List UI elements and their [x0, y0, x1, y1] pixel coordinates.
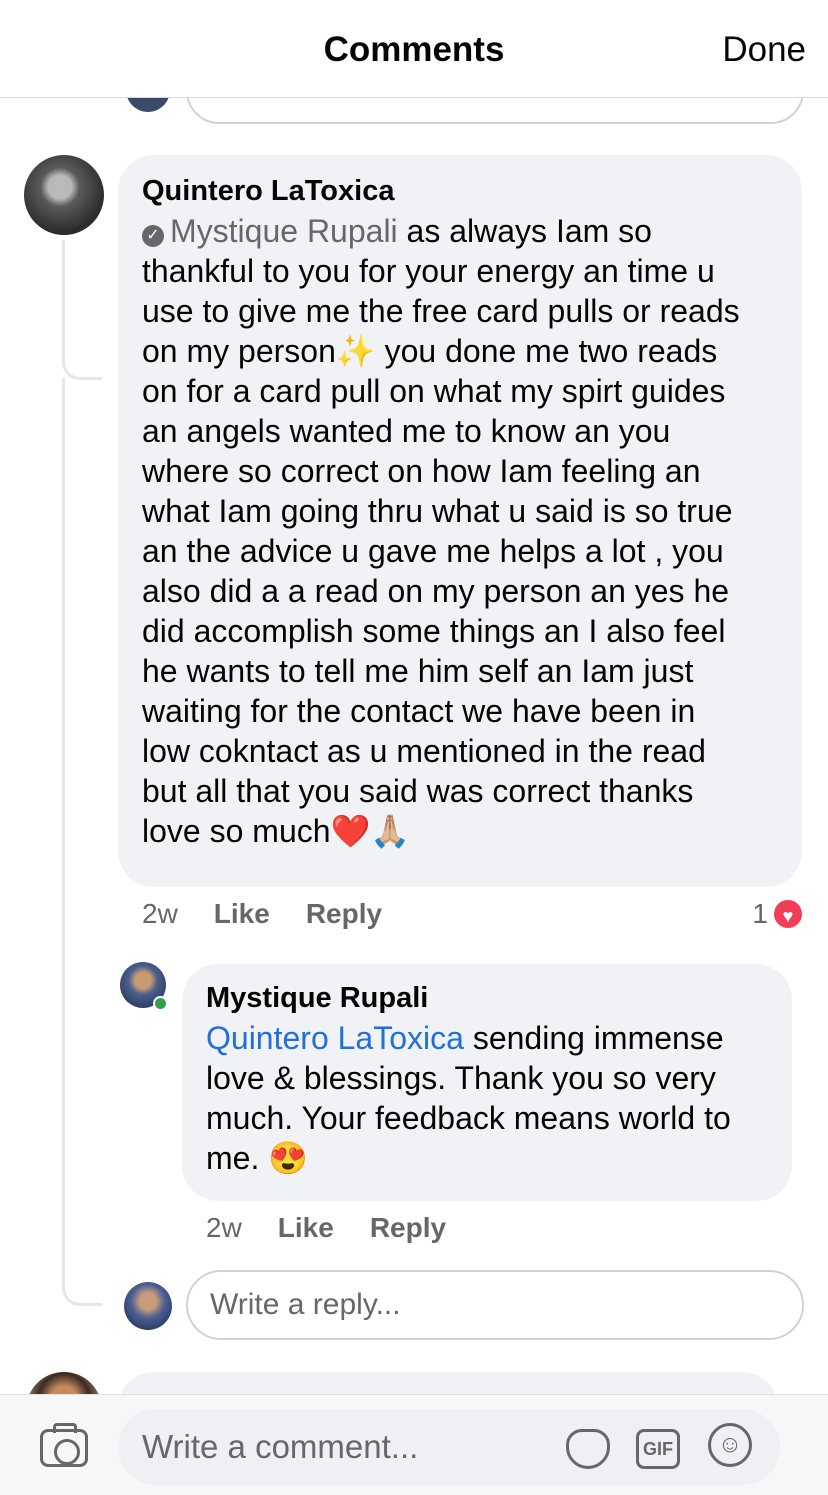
avatar: [124, 1282, 172, 1330]
reply-timestamp: 2w: [206, 1212, 242, 1243]
reply-text: Quintero LaToxica sending immense love &…: [206, 1020, 731, 1177]
page-title: Comments: [323, 30, 505, 69]
comment-text: ✓ Mystique Rupali as always Iam so thankf…: [142, 213, 740, 850]
reply-bubble[interactable]: Mystique Rupali Quintero LaToxica sendin…: [182, 964, 792, 1201]
camera-icon[interactable]: [40, 1423, 88, 1467]
comments-list[interactable]: Quintero LaToxica ✓ Mystique Rupali as al…: [0, 98, 828, 1394]
like-button[interactable]: Like: [214, 898, 270, 930]
badge-icon: ✓: [142, 225, 164, 248]
header-bar: Comments Done: [0, 0, 828, 98]
comment-actions: 2w Like Reply: [142, 898, 382, 930]
comment-author[interactable]: Quintero LaToxica: [142, 173, 780, 209]
gif-icon[interactable]: GIF: [636, 1429, 680, 1469]
online-status-dot: [153, 996, 168, 1011]
thread-connector: [62, 378, 102, 1306]
reply-button[interactable]: Reply: [306, 898, 382, 930]
comment-bubble[interactable]: Quintero LaToxica ✓ Mystique Rupali as al…: [118, 155, 802, 887]
reply-author[interactable]: Mystique Rupali: [206, 980, 770, 1016]
avatar: [126, 98, 170, 112]
heart-eyes-icon: 😍: [268, 1140, 309, 1177]
avatar[interactable]: [26, 1372, 102, 1394]
comment-input[interactable]: Write a comment...: [118, 1409, 780, 1485]
mention-link[interactable]: Quintero LaToxica: [206, 1020, 464, 1056]
comment-timestamp: 2w: [142, 898, 178, 929]
like-button[interactable]: Like: [278, 1212, 334, 1244]
heart-icon: ❤️: [330, 813, 371, 850]
mention-link[interactable]: Mystique Rupali: [170, 213, 398, 249]
praying-hands-icon: 🙏🏼: [370, 813, 411, 850]
done-button[interactable]: Done: [722, 30, 806, 70]
comment-bubble[interactable]: [118, 1372, 778, 1394]
reply-actions: 2w Like Reply: [206, 1212, 446, 1244]
reply-button[interactable]: Reply: [370, 1212, 446, 1244]
previous-reply-input[interactable]: [186, 98, 804, 124]
reaction-count[interactable]: 1 ♥: [752, 898, 804, 930]
emoji-icon[interactable]: ☺: [708, 1423, 752, 1467]
thread-connector: [62, 240, 102, 380]
avatar[interactable]: [24, 155, 104, 235]
comment-composer-bar: Write a comment... GIF ☺: [0, 1394, 828, 1495]
reply-input[interactable]: Write a reply...: [186, 1270, 804, 1340]
sparkles-icon: ✨: [335, 333, 376, 370]
love-reaction-icon: ♥: [772, 898, 804, 930]
